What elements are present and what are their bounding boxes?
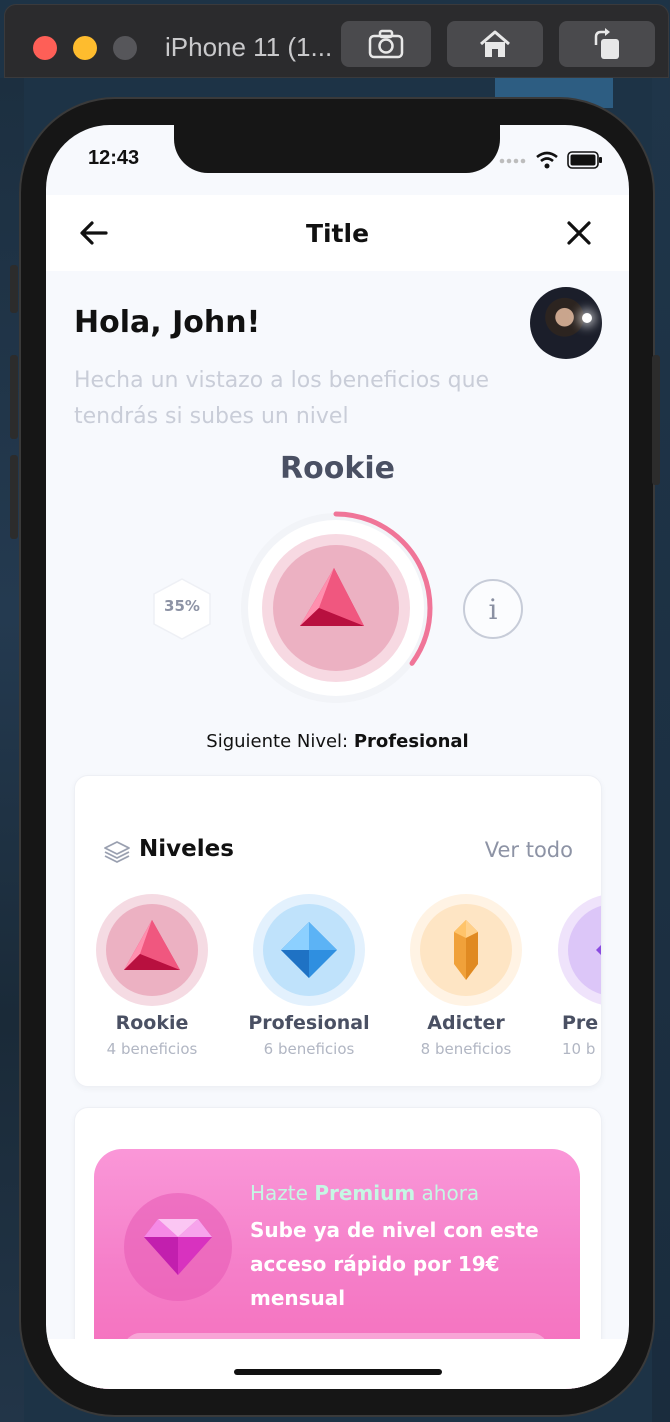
level-progress-ring bbox=[239, 511, 433, 705]
levels-title: Niveles bbox=[139, 836, 234, 862]
status-time: 12:43 bbox=[88, 147, 140, 169]
level-badge bbox=[96, 894, 208, 1006]
status-icons bbox=[499, 151, 603, 169]
app-screen: 12:43 Title Hola, John! Hecha un vistazo… bbox=[46, 125, 629, 1389]
level-badge bbox=[410, 894, 522, 1006]
avatar[interactable] bbox=[530, 287, 602, 359]
pink-gem-icon bbox=[144, 1219, 212, 1275]
minimize-window-button[interactable] bbox=[73, 36, 97, 60]
premium-highlight: Premium bbox=[314, 1181, 416, 1205]
next-level-name: Profesional bbox=[353, 731, 469, 752]
subtitle: Hecha un vistazo a los beneficios que te… bbox=[74, 368, 490, 429]
volume-up-button bbox=[10, 355, 18, 439]
premium-description: Sube ya de nivel con este acceso rápido … bbox=[250, 1218, 539, 1310]
home-icon bbox=[480, 30, 510, 57]
level-benefits: 4 beneficios bbox=[106, 1040, 198, 1058]
diamond-gem-icon bbox=[263, 904, 355, 996]
close-icon bbox=[567, 221, 591, 245]
level-benefits: 8 beneficios bbox=[420, 1040, 512, 1058]
purple-gem-icon bbox=[568, 905, 601, 995]
progress-percent: 35% bbox=[164, 597, 200, 615]
wifi-icon bbox=[536, 151, 558, 169]
simulator-title: iPhone 11 (1... bbox=[165, 32, 333, 62]
crystal-gem-icon bbox=[420, 904, 512, 996]
level-badge bbox=[558, 894, 601, 1006]
level-name: Rookie bbox=[115, 1012, 189, 1034]
battery-icon bbox=[567, 151, 602, 169]
avatar-light bbox=[582, 313, 592, 323]
level-name: Profesional bbox=[248, 1012, 370, 1034]
next-level-label: Siguiente Nivel: bbox=[206, 731, 349, 752]
page-title: Title bbox=[305, 219, 370, 248]
home-button[interactable] bbox=[447, 21, 543, 67]
screenshot-button[interactable] bbox=[341, 21, 431, 67]
info-button[interactable]: i bbox=[463, 579, 523, 639]
rotate-icon bbox=[594, 28, 619, 59]
level-badge bbox=[253, 894, 365, 1006]
camera-icon bbox=[368, 29, 404, 59]
mute-switch bbox=[10, 265, 18, 313]
simulator-titlebar: iPhone 11 (1... bbox=[4, 4, 669, 78]
triangle-gem-icon bbox=[106, 904, 198, 996]
volume-down-button bbox=[10, 455, 18, 539]
zoom-window-button[interactable] bbox=[113, 36, 137, 60]
rotate-button[interactable] bbox=[559, 21, 655, 67]
level-benefits: 6 beneficios bbox=[263, 1040, 355, 1058]
signal-icon bbox=[499, 158, 526, 164]
next-level-text: Siguiente Nivel: Profesional bbox=[46, 731, 629, 752]
layers-icon bbox=[104, 841, 130, 863]
close-window-button[interactable] bbox=[33, 36, 57, 60]
home-indicator[interactable] bbox=[234, 1369, 442, 1375]
see-all-link[interactable]: Ver todo bbox=[485, 838, 573, 862]
home-indicator-area bbox=[46, 1339, 629, 1389]
greeting: Hola, John! bbox=[74, 305, 261, 340]
level-item-profesional[interactable]: Profesional 6 beneficios bbox=[244, 894, 374, 1058]
levels-card: Niveles Ver todo Rookie 4 beneficios Pro… bbox=[74, 775, 602, 1087]
premium-gem-badge bbox=[124, 1193, 232, 1301]
level-item-premium[interactable]: Pre 10 b bbox=[558, 894, 601, 1058]
level-item-adicter[interactable]: Adicter 8 beneficios bbox=[401, 894, 531, 1058]
premium-prefix: Hazte bbox=[250, 1181, 308, 1205]
power-button bbox=[652, 355, 660, 485]
level-name: Pre bbox=[562, 1012, 599, 1034]
notch bbox=[174, 125, 500, 173]
premium-headline: Hazte Premium ahora bbox=[250, 1181, 479, 1205]
premium-suffix: ahora bbox=[421, 1181, 480, 1205]
level-benefits: 10 b bbox=[562, 1040, 596, 1058]
level-item-rookie[interactable]: Rookie 4 beneficios bbox=[87, 894, 217, 1058]
current-level-name: Rookie bbox=[280, 451, 395, 486]
nav-bar: Title bbox=[46, 195, 629, 271]
level-name: Adicter bbox=[427, 1012, 505, 1034]
close-button[interactable] bbox=[561, 215, 597, 251]
